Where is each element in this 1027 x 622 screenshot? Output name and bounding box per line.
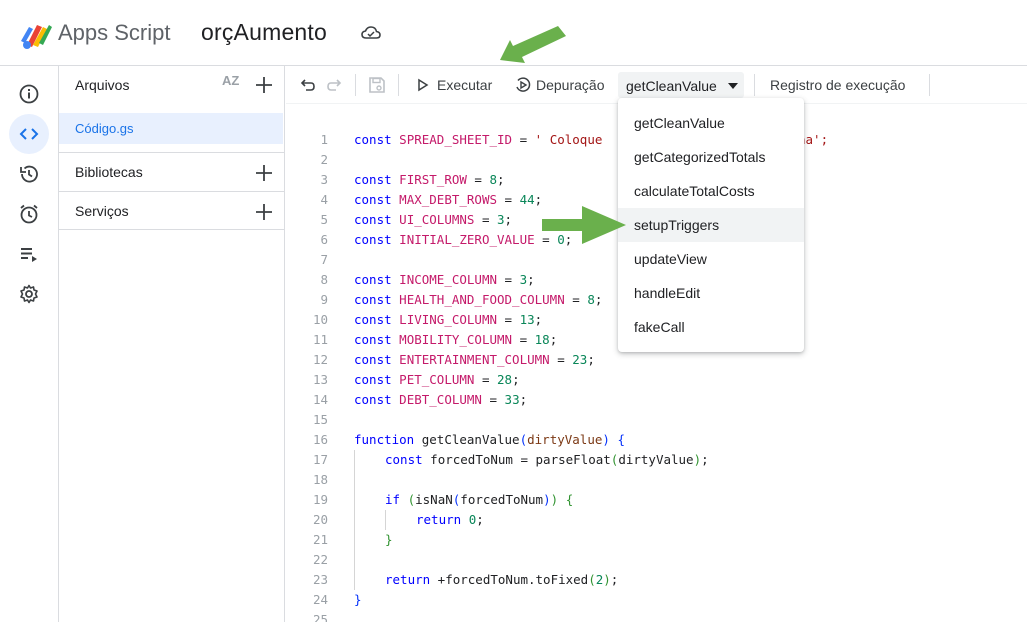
debug-icon	[516, 77, 531, 92]
section-libraries[interactable]: Bibliotecas	[59, 152, 285, 191]
history-button[interactable]	[9, 154, 49, 194]
toolbar-divider	[754, 74, 755, 96]
menu-item-label: handleEdit	[634, 285, 701, 301]
settings-button[interactable]	[9, 274, 49, 314]
files-header: Arquivos AZ	[59, 66, 285, 105]
code-line: 16 function getCleanValue(dirtyValue) {	[312, 432, 625, 447]
code-line: 23 return +forcedToNum.toFixed(2);	[312, 572, 619, 587]
save-icon[interactable]	[368, 76, 386, 94]
indent-guide	[354, 450, 355, 590]
toolbar-divider	[929, 74, 930, 96]
add-service-icon[interactable]	[255, 203, 273, 221]
gear-icon	[20, 284, 38, 304]
menu-item-setuptriggers[interactable]: setupTriggers	[618, 208, 804, 242]
code-line: 18	[312, 472, 328, 487]
apps-script-logo[interactable]	[19, 21, 53, 49]
file-label: Código.gs	[75, 121, 134, 136]
add-library-icon[interactable]	[255, 164, 273, 182]
code-line: 21}	[312, 532, 393, 547]
annotation-arrow-icon	[500, 26, 566, 63]
run-button[interactable]: Executar	[437, 77, 492, 93]
menu-item-label: getCleanValue	[634, 115, 725, 131]
code-icon	[19, 128, 39, 140]
menu-item-label: setupTriggers	[634, 217, 720, 233]
menu-item-getcleanvalue[interactable]: getCleanValue	[618, 106, 804, 140]
menu-item-label: calculateTotalCosts	[634, 183, 755, 199]
files-panel: Arquivos AZ Código.gs Bibliotecas Serviç…	[59, 66, 285, 622]
history-icon	[20, 165, 38, 183]
toolbar-divider	[398, 74, 399, 96]
code-line: 20 return 0;	[312, 512, 484, 527]
debug-button[interactable]: Depuração	[536, 77, 605, 93]
redo-icon[interactable]	[326, 76, 344, 94]
code-line: 19 if (isNaN(forcedToNum)) {	[312, 492, 574, 507]
playlist-play-icon	[21, 248, 37, 262]
menu-item-label: fakeCall	[634, 319, 685, 335]
section-label: Bibliotecas	[75, 164, 143, 180]
app-name: Apps Script	[58, 20, 171, 45]
execution-log-button[interactable]: Registro de execução	[770, 77, 905, 93]
annotation-arrow-icon	[542, 206, 626, 244]
code-line: 22	[312, 552, 328, 567]
overview-button[interactable]	[9, 74, 49, 114]
menu-item-handleedit[interactable]: handleEdit	[618, 276, 804, 310]
code-line: 14 const DEBT_COLUMN = 33;	[312, 392, 528, 407]
sort-az-icon[interactable]: AZ	[222, 74, 239, 87]
function-select[interactable]: getCleanValue	[618, 72, 744, 98]
section-label: Serviços	[75, 203, 129, 219]
code-line: 17 const forcedToNum = parseFloat(dirtyVa…	[312, 452, 709, 467]
indent-guide	[385, 510, 386, 530]
triggers-button[interactable]	[9, 194, 49, 234]
code-line: 15	[312, 412, 328, 427]
function-dropdown-menu: getCleanValue getCategorizedTotals calcu…	[618, 98, 804, 352]
project-title[interactable]: orçAumento	[201, 19, 327, 46]
menu-item-fakecall[interactable]: fakeCall	[618, 310, 804, 344]
executions-button[interactable]	[9, 234, 49, 274]
play-icon	[418, 78, 429, 92]
file-item-codigo[interactable]: Código.gs	[59, 113, 283, 144]
cloud-saved-icon	[361, 26, 381, 39]
chevron-down-icon	[728, 83, 738, 89]
section-services[interactable]: Serviços	[59, 191, 285, 230]
function-select-value: getCleanValue	[626, 78, 717, 94]
code-line: 13 const PET_COLUMN = 28;	[312, 372, 520, 387]
menu-item-label: getCategorizedTotals	[634, 149, 766, 165]
info-icon	[19, 84, 39, 104]
code-line: 24}	[312, 592, 362, 607]
editor-button[interactable]	[9, 114, 49, 154]
menu-item-getcategorizedtotals[interactable]: getCategorizedTotals	[618, 140, 804, 174]
files-title: Arquivos	[75, 77, 130, 93]
menu-item-calculatetotalcosts[interactable]: calculateTotalCosts	[618, 174, 804, 208]
code-line: 25	[312, 612, 328, 622]
undo-icon[interactable]	[298, 76, 316, 94]
code-line: 12 const ENTERTAINMENT_COLUMN = 23;	[312, 352, 595, 367]
menu-item-updateview[interactable]: updateView	[618, 242, 804, 276]
alarm-clock-icon	[20, 204, 38, 224]
toolbar-divider	[355, 74, 356, 96]
left-nav-rail	[0, 66, 59, 622]
add-file-icon[interactable]	[255, 76, 273, 94]
menu-item-label: updateView	[634, 251, 707, 267]
